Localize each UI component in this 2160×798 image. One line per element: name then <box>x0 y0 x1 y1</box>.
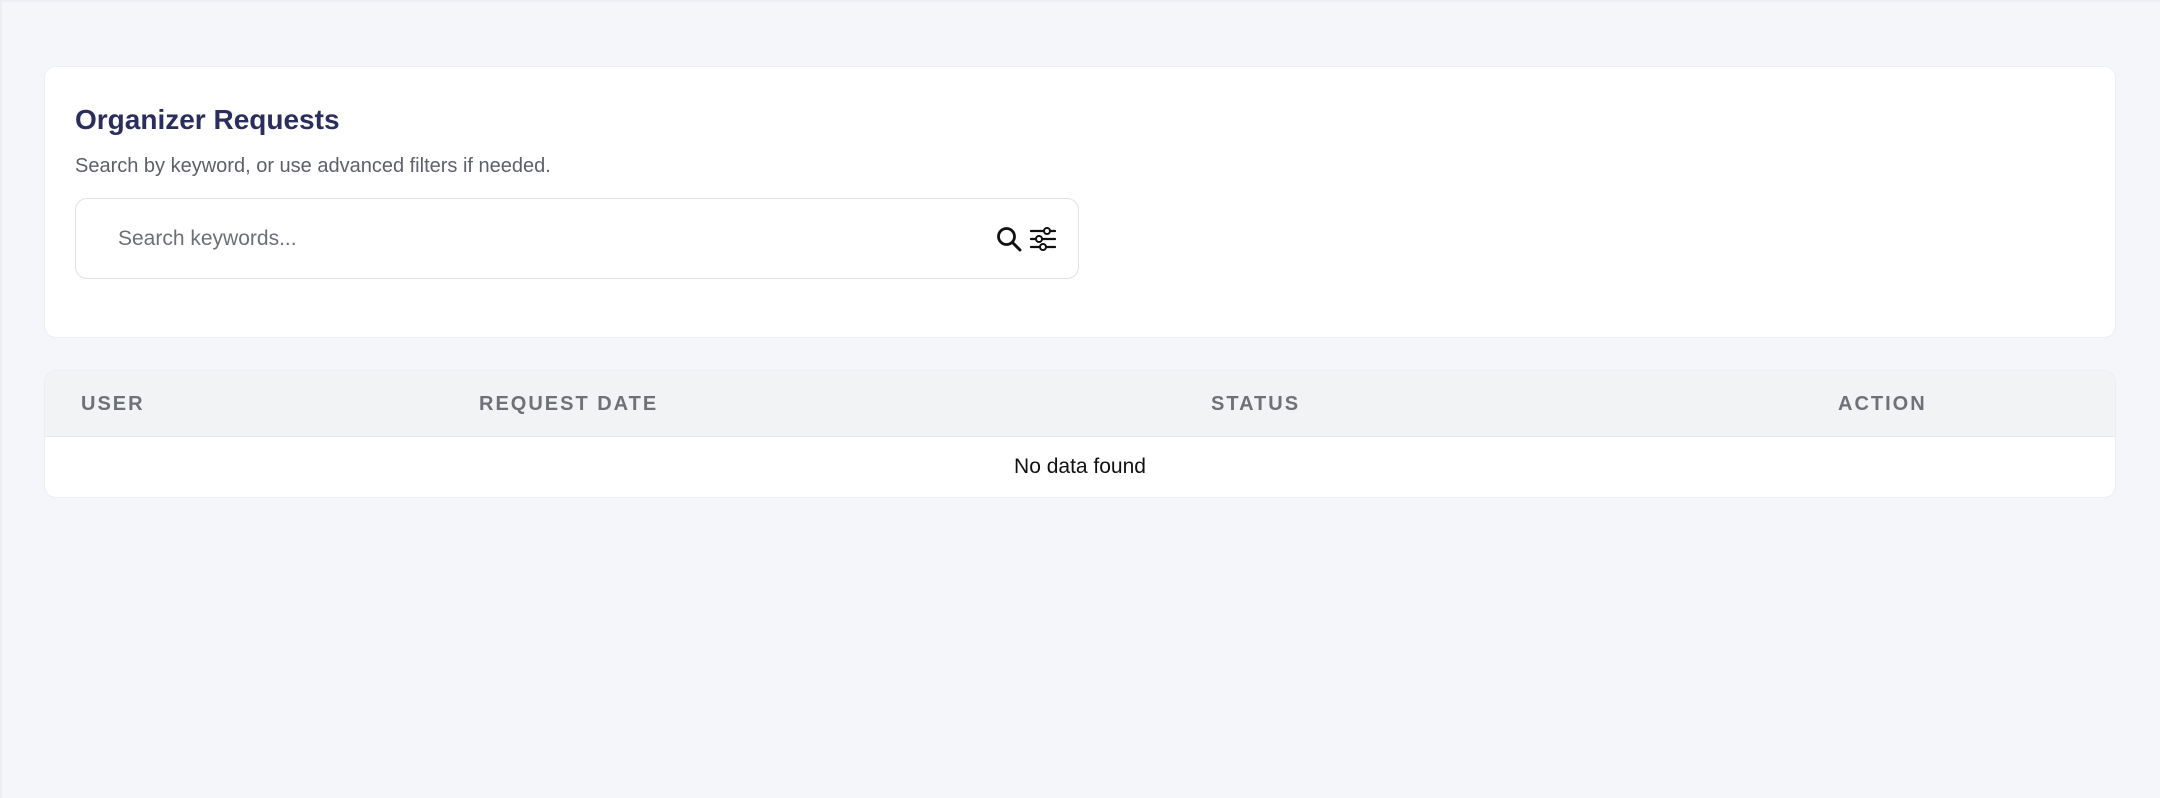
left-divider <box>0 0 2 798</box>
search-icon[interactable] <box>992 222 1026 256</box>
column-header-request-date[interactable]: REQUEST DATE <box>479 371 658 437</box>
empty-state-message: No data found <box>1014 455 1146 478</box>
page-subtitle: Search by keyword, or use advanced filte… <box>75 155 551 177</box>
page: Organizer Requests Search by keyword, or… <box>0 0 2160 798</box>
sliders-icon[interactable] <box>1026 222 1060 256</box>
table-header: USER REQUEST DATE STATUS ACTION <box>45 371 2115 437</box>
column-header-status[interactable]: STATUS <box>1211 371 1300 437</box>
search-input[interactable] <box>118 218 992 259</box>
filter-card: Organizer Requests Search by keyword, or… <box>44 66 2116 338</box>
search-box <box>75 198 1079 279</box>
requests-table: USER REQUEST DATE STATUS ACTION No data … <box>44 370 2116 498</box>
column-header-user[interactable]: USER <box>81 371 145 437</box>
column-header-action[interactable]: ACTION <box>1838 371 1927 437</box>
page-title: Organizer Requests <box>75 104 340 135</box>
top-divider <box>0 0 2160 2</box>
